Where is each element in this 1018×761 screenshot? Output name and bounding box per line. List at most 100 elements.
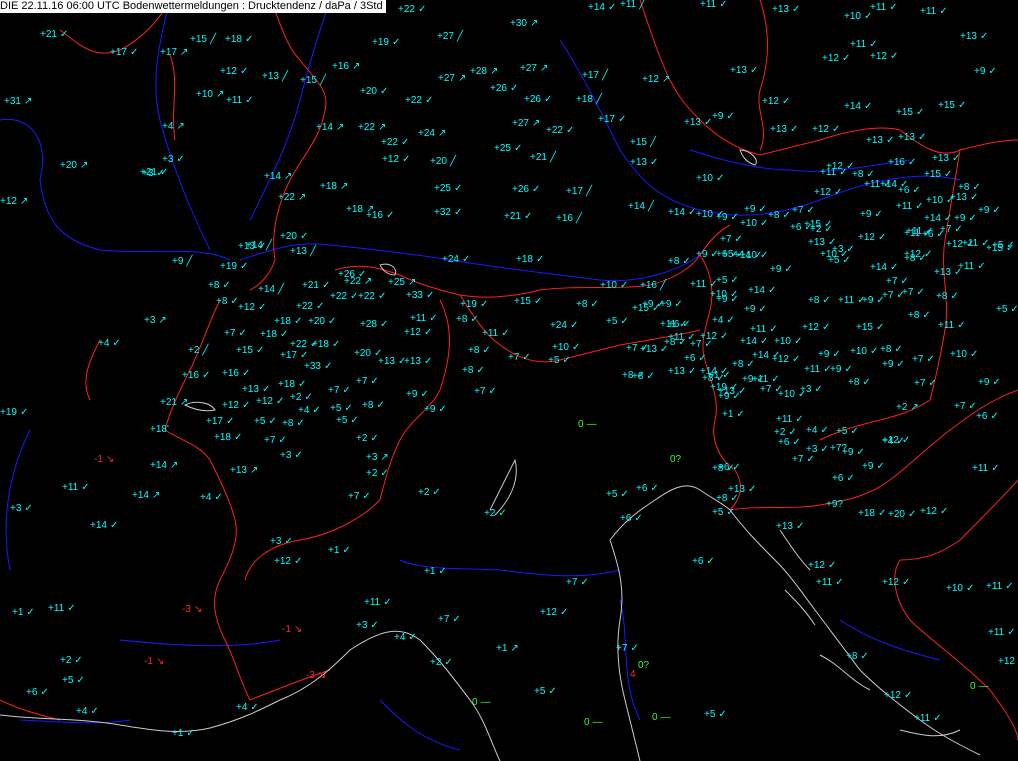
station-reading: +10 ✓ [696,174,724,184]
tendency-symbol-icon: ✓ [916,287,925,298]
station-reading: +20 ↗ [60,161,88,171]
station-reading: +9 ✓ [978,378,1001,388]
pressure-tendency-value: +13 [630,157,647,168]
pressure-tendency-value: +6 [716,249,728,260]
station-reading: +8 ✓ [958,183,981,193]
tendency-symbol-icon: ✓ [943,213,953,224]
station-reading: +14 ✓ [740,337,768,347]
pressure-tendency-value: +15 [856,322,873,333]
tendency-symbol-icon: ✓ [90,706,99,717]
tendency-symbol-icon: ✓ [24,503,33,514]
pressure-tendency-value: +20 [60,160,77,171]
station-reading: -1 ↘ [282,625,302,635]
pressure-tendency-value: +7 [760,384,772,395]
pressure-tendency-value: +12 [762,96,779,107]
pressure-tendency-value: +22 [344,276,361,287]
tendency-symbol-icon: ✓ [821,322,831,333]
tendency-symbol-icon: ↗ [23,96,33,107]
pressure-tendency-value: +10 [710,289,727,300]
pressure-tendency-value: +13 [378,356,395,367]
pressure-tendency-value: +9 [954,213,966,224]
station-reading: +2 ✓ [484,509,507,519]
tendency-symbol-icon: ✓ [682,256,691,267]
station-reading: +13 ✓ [960,32,988,42]
tendency-symbol-icon: ✓ [453,207,463,218]
station-reading: +8 ✓ [468,346,491,356]
station-reading: +26 ✓ [512,185,540,195]
pressure-tendency-value: +13 [262,71,279,82]
map-title: DIE 22.11.16 06:00 UTC Bodenwettermeldun… [0,0,386,13]
tendency-symbol-icon: ✓ [482,345,491,356]
pressure-tendency-value: +27 [520,63,537,74]
station-reading: +3 ✓ [356,621,379,631]
tendency-symbol-icon: ✓ [620,316,629,327]
station-reading: +32 ✓ [434,208,462,218]
tendency-symbol-icon: ↗ [489,66,499,77]
pressure-tendency-value: +5 [534,686,546,697]
station-reading: +7 ✓ [348,492,371,502]
tendency-symbol-icon: ✓ [284,536,293,547]
tendency-symbol-icon: ✓ [650,483,659,494]
pressure-tendency-value: +5 [836,426,848,437]
station-reading: +7 ✓ [912,355,935,365]
pressure-tendency-value: +5 [704,709,716,720]
pressure-tendency-value: +11 [838,295,855,306]
station-reading: +16 ╱ [640,281,666,291]
station-reading: +27 ↗ [512,119,540,129]
pressure-tendency-value: +11 [896,201,913,212]
pressure-tendency-value: +19 [0,407,17,418]
tendency-symbol-icon: ╱ [649,137,656,148]
tendency-symbol-icon: ✓ [767,285,777,296]
station-reading: +16 ✓ [182,371,210,381]
tendency-symbol-icon: ✓ [67,603,76,614]
station-reading: +12✓ [762,97,790,107]
pressure-tendency-value: +14 [628,201,645,212]
station-reading: +11 ✓ [972,464,1000,474]
station-reading: +18 ✓ [516,255,544,265]
pressure-tendency-value: +24 [442,254,459,265]
pressure-tendency-value: +14 [264,171,281,182]
tendency-symbol-icon: ✓ [299,231,309,242]
tendency-symbol-icon: ✓ [901,435,911,446]
station-reading: +15 ╱ [190,35,216,45]
station-reading: +14 ↗ [316,123,344,133]
tendency-symbol-icon: ✓ [758,204,767,215]
station-reading: +11 ✓ [938,321,966,331]
tendency-symbol-icon: ✓ [901,577,911,588]
pressure-tendency-value: +6 [778,437,790,448]
pressure-tendency-value: +8 [456,314,468,325]
tendency-symbol-icon: ✓ [876,295,885,306]
station-reading: +2 ✓ [810,225,833,235]
station-reading: +15 ✓ [896,108,924,118]
pressure-tendency-value: +18 [260,329,277,340]
pressure-tendency-value: +21 [40,29,57,40]
pressure-tendency-value: +11 [972,463,989,474]
tendency-symbol-icon: ↘ [155,656,165,667]
pressure-tendency-value: +5 [330,403,342,414]
pressure-tendency-value: +12 [274,556,291,567]
pressure-tendency-value: +5 [62,675,74,686]
station-reading: +5 ✓ [828,256,851,266]
pressure-tendency-value: +12 [700,331,717,342]
station-reading: +7 ✓ [474,387,497,397]
pressure-tendency-value: +2 [188,345,200,356]
pressure-tendency-value: +9 [172,256,184,267]
tendency-symbol-icon: ✓ [784,264,793,275]
tendency-symbol-icon: ✓ [649,157,659,168]
pressure-tendency-value: +27 [437,31,454,42]
tendency-symbol-icon: ✓ [866,169,875,180]
pressure-tendency-value: +21 [504,211,521,222]
pressure-tendency-value: +11 [820,167,837,178]
station-reading: +5 ✓ [336,416,359,426]
station-reading: +8 ✓ [282,419,305,429]
station-reading: +8 ✓ [846,652,869,662]
station-reading: +13 ✓ [684,118,712,128]
tendency-symbol-icon: ✓ [186,728,195,739]
station-reading: 4 [630,670,636,680]
pressure-tendency-value: +5 [716,275,728,286]
station-reading: +16 ✓ [888,158,916,168]
tendency-symbol-icon: ✓ [444,657,453,668]
station-reading: +6 ✓ [684,354,707,364]
station-reading: +1 ✓ [722,410,745,420]
pressure-tendency-value: +22 [405,95,422,106]
